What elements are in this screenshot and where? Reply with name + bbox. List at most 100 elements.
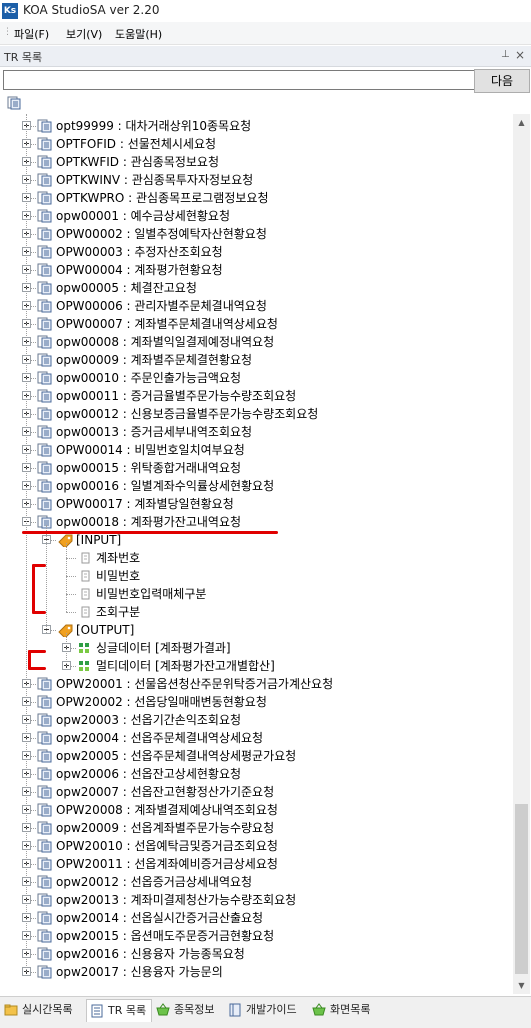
tree-item-tr[interactable]: OPW00007 : 계좌별주문체결내역상세요청: [0, 315, 513, 333]
tree-item-tr[interactable]: OPW20001 : 선물옵션청산주문위탁증거금가계산요청: [0, 675, 513, 693]
tree-item-label: opw20005 : 선옵주문체결내역상세평균가요청: [56, 749, 297, 763]
tree-item-tr[interactable]: OPW20010 : 선옵예탁금및증거금조회요청: [0, 837, 513, 855]
tree-item-tr[interactable]: OPW20002 : 선옵당일매매변동현황요청: [0, 693, 513, 711]
tree-item-tr[interactable]: opw20017 : 신용융자 가능문의: [0, 963, 513, 981]
tree-item-tr[interactable]: opw20012 : 선옵증거금상세내역요청: [0, 873, 513, 891]
tree-item-tr[interactable]: OPW20008 : 계좌별결제예상내역조회요청: [0, 801, 513, 819]
tree-item-label: OPW00002 : 일별추정예탁자산현황요청: [56, 227, 267, 241]
tree-item-tr[interactable]: opw00013 : 증거금세부내역조회요청: [0, 423, 513, 441]
tr-icon: [37, 767, 52, 781]
tree-item-tr[interactable]: opw00010 : 주문인출가능금액요청: [0, 369, 513, 387]
tab-label: 종목정보: [174, 1003, 215, 1016]
tree-item-tr[interactable]: OPTFOFID : 선물전체시세요청: [0, 135, 513, 153]
tab-dev-guide[interactable]: 개발가이드: [228, 999, 306, 1021]
tree-item-field[interactable]: 조회구분: [0, 603, 513, 621]
scroll-down-icon[interactable]: ▼: [513, 977, 530, 994]
annotation-bracket-output-bottom: [28, 667, 46, 670]
tr-icon: [37, 335, 52, 349]
next-button[interactable]: 다음: [474, 69, 530, 93]
annotation-bracket-input-bottom: [32, 611, 46, 614]
search-input[interactable]: [3, 70, 477, 90]
tab-screen-list[interactable]: 화면목록: [312, 999, 382, 1021]
tree-connector: [66, 594, 76, 595]
tree-item-tr[interactable]: opw20009 : 선옵계좌별주문가능수량요청: [0, 819, 513, 837]
tr-icon: [37, 497, 52, 511]
tree-item-tr[interactable]: opw00008 : 계좌별익일결제예정내역요청: [0, 333, 513, 351]
tree-item-tr[interactable]: OPW00003 : 추정자산조회요청: [0, 243, 513, 261]
tree-item-label: 싱글데이터 [계좌평가결과]: [96, 641, 231, 655]
tree-item-tr[interactable]: OPW00004 : 계좌평가현황요청: [0, 261, 513, 279]
tr-icon: [37, 137, 52, 151]
tab-realtime-list[interactable]: 실시간목록: [4, 999, 80, 1021]
field-icon: [81, 606, 90, 618]
tree-item-label: opw20007 : 선옵잔고현황정산가기준요청: [56, 785, 275, 799]
tree-item-field[interactable]: 계좌번호: [0, 549, 513, 567]
tr-icon: [37, 317, 52, 331]
tree-root-icon[interactable]: [7, 96, 21, 110]
annotation-bracket-input: [32, 564, 35, 614]
menu-view[interactable]: 보기(V): [66, 26, 102, 42]
menu-help[interactable]: 도움말(H): [115, 26, 162, 42]
tree-item-tr[interactable]: opw00012 : 신용보증금율별주문가능수량조회요청: [0, 405, 513, 423]
tr-icon: [37, 479, 52, 493]
vertical-scrollbar[interactable]: ▲ ▼: [513, 114, 530, 994]
tree-item-tr[interactable]: opw00011 : 증거금율별주문가능수량조회요청: [0, 387, 513, 405]
tree-item-tr[interactable]: OPTKWINV : 관심종목투자자정보요청: [0, 171, 513, 189]
tree-item-label: OPW00004 : 계좌평가현황요청: [56, 263, 223, 277]
scroll-up-icon[interactable]: ▲: [513, 114, 530, 131]
tag-icon: [58, 534, 73, 547]
tree-item-field[interactable]: 싱글데이터 [계좌평가결과]: [0, 639, 513, 657]
tree-item-tr[interactable]: opt99999 : 대차거래상위10종목요청: [0, 117, 513, 135]
tree-item-field[interactable]: 멀티데이터 [계좌평가잔고개별합산]: [0, 657, 513, 675]
tree-item-tr[interactable]: opw20006 : 선옵잔고상세현황요청: [0, 765, 513, 783]
tree-item-tr[interactable]: opw20005 : 선옵주문체결내역상세평균가요청: [0, 747, 513, 765]
pin-icon[interactable]: ⊥: [501, 49, 510, 60]
tr-icon: [37, 785, 52, 799]
tree-item-tr[interactable]: OPW00002 : 일별추정예탁자산현황요청: [0, 225, 513, 243]
tree-item-tr[interactable]: OPW00017 : 계좌별당일현황요청: [0, 495, 513, 513]
scroll-thumb[interactable]: [515, 804, 528, 974]
tree-item-tr[interactable]: OPW00006 : 관리자별주문체결내역요청: [0, 297, 513, 315]
tab-tr-list[interactable]: TR 목록: [86, 999, 152, 1022]
tree-item-tr[interactable]: opw00009 : 계좌별주문체결현황요청: [0, 351, 513, 369]
tag-icon: [58, 624, 73, 637]
tr-icon: [37, 911, 52, 925]
tree-item-tr[interactable]: opw20015 : 옵션매도주문증거금현황요청: [0, 927, 513, 945]
close-icon[interactable]: ×: [515, 48, 525, 62]
tree-item-tr[interactable]: opw20003 : 선옵기간손익조회요청: [0, 711, 513, 729]
folder-icon: [4, 1004, 18, 1016]
field-icon: [81, 588, 90, 600]
tree-item-tr[interactable]: OPTKWPRO : 관심종목프로그램정보요청: [0, 189, 513, 207]
tree-guide-input: [66, 543, 67, 612]
tree-connector: [66, 612, 76, 613]
tr-icon: [37, 227, 52, 241]
tr-icon: [37, 371, 52, 385]
tree-item-label: opw00001 : 예수금상세현황요청: [56, 209, 230, 223]
tab-stock-info[interactable]: 종목정보: [156, 999, 222, 1021]
tree-item-tr[interactable]: opw00015 : 위탁종합거래내역요청: [0, 459, 513, 477]
tree-item-tr[interactable]: opw00018 : 계좌평가잔고내역요청: [0, 513, 513, 531]
tree-item-tr[interactable]: opw20013 : 계좌미결제청산가능수량조회요청: [0, 891, 513, 909]
tree-item-label: opw20003 : 선옵기간손익조회요청: [56, 713, 242, 727]
book-icon: [229, 1003, 241, 1017]
tree-item-tr[interactable]: opw20016 : 신용융자 가능종목요청: [0, 945, 513, 963]
tree-item-label: opw20013 : 계좌미결제청산가능수량조회요청: [56, 893, 297, 907]
tree-item-label: OPW20010 : 선옵예탁금및증거금조회요청: [56, 839, 278, 853]
tree-item-tr[interactable]: opw00005 : 체결잔고요청: [0, 279, 513, 297]
tree-item-field[interactable]: 비밀번호: [0, 567, 513, 585]
tree-item-tr[interactable]: opw00016 : 일별계좌수익률상세현황요청: [0, 477, 513, 495]
tree-item-tr[interactable]: opw00001 : 예수금상세현황요청: [0, 207, 513, 225]
tree-item-label: 비밀번호입력매체구분: [96, 587, 207, 601]
tree-item-tr[interactable]: opw20014 : 선옵실시간증거금산출요청: [0, 909, 513, 927]
tree-item-section[interactable]: [OUTPUT]: [0, 621, 513, 639]
tr-icon: [37, 245, 52, 259]
tree-item-field[interactable]: 비밀번호입력매체구분: [0, 585, 513, 603]
tree-item-tr[interactable]: OPW20011 : 선옵계좌예비증거금상세요청: [0, 855, 513, 873]
tab-label: 실시간목록: [22, 1003, 73, 1016]
tree-item-tr[interactable]: opw20004 : 선옵주문체결내역상세요청: [0, 729, 513, 747]
menu-file[interactable]: 파일(F): [14, 26, 49, 42]
tree-item-tr[interactable]: OPW00014 : 비밀번호일치여부요청: [0, 441, 513, 459]
tree-item-tr[interactable]: opw20007 : 선옵잔고현황정산가기준요청: [0, 783, 513, 801]
tree-item-tr[interactable]: OPTKWFID : 관심종목정보요청: [0, 153, 513, 171]
bottom-tab-bar: 실시간목록 TR 목록 종목정보 개발가이드 화면목록: [0, 996, 531, 1028]
